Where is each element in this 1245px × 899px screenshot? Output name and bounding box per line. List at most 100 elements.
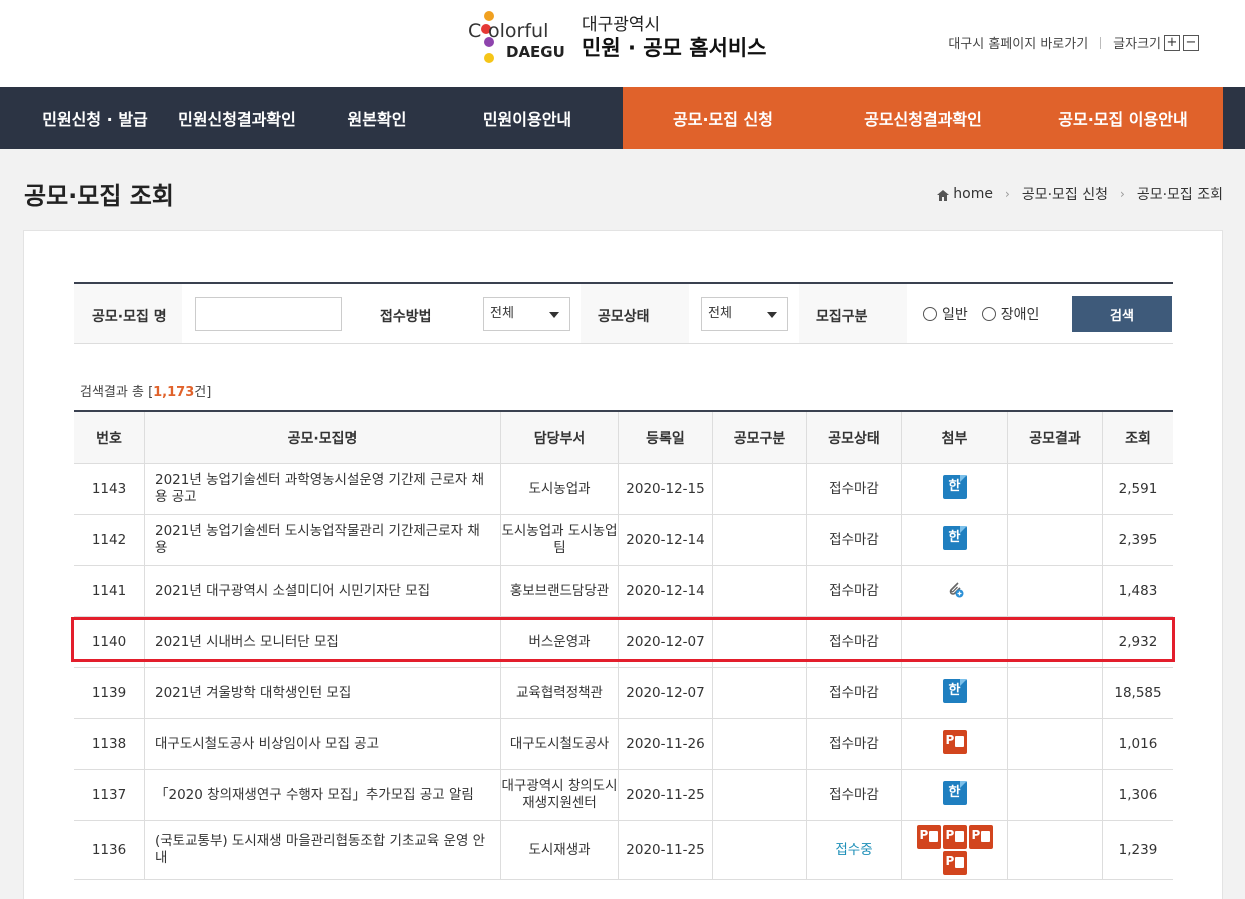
radio-general-label[interactable]: 일반 — [942, 304, 968, 324]
row-date: 2020-12-15 — [619, 464, 713, 514]
table-body: 1143 2021년 농업기술센터 과학영농시설운영 기간제 근로자 채용 공고 도… — [74, 464, 1173, 880]
result-count: 검색결과 총 [1,173건] — [80, 385, 212, 400]
col-header-attach: 첨부 — [902, 412, 1008, 463]
recruit-table: 번호 공모·모집명 담당부서 등록일 공모구분 공모상태 첨부 공모결과 조회 … — [74, 410, 1173, 880]
nav-recruit-apply[interactable]: 공모·모집 신청 — [623, 87, 823, 149]
nav-recruit-guide[interactable]: 공모·모집 이용안내 — [1023, 87, 1223, 149]
table-row[interactable]: 1136 (국토교통부) 도시재생 마을관리협동조합 기초교육 운영 안내 도시재생… — [74, 821, 1173, 880]
ppt-file-icon[interactable]: P — [942, 729, 967, 754]
recruit-name-input[interactable] — [195, 297, 342, 331]
search-form: 공모·모집 명 접수방법 전체 공모상태 전체 모집구분 일반 장애인 검색 — [74, 282, 1173, 344]
row-result — [1008, 719, 1103, 769]
row-views: 2,932 — [1118, 633, 1158, 650]
status-select-value: 전체 — [708, 306, 732, 321]
row-number: 1141 — [74, 566, 145, 616]
radio-general[interactable] — [923, 307, 937, 321]
row-title-link[interactable]: (국토교통부) 도시재생 마을관리협동조합 기초교육 운영 안내 — [145, 821, 501, 879]
status-select[interactable]: 전체 — [701, 297, 788, 331]
breadcrumb-recruit-apply[interactable]: 공모·모집 신청 — [1022, 184, 1108, 204]
paperclip-icon[interactable] — [945, 579, 965, 599]
chevron-right-icon: › — [1005, 187, 1010, 201]
ppt-file-icon[interactable]: P — [942, 851, 967, 875]
row-date: 2020-11-25 — [619, 770, 713, 820]
site-logo[interactable]: C olorful DAEGU 대구광역시 민원 · 공모 홈서비스 — [468, 10, 766, 66]
row-title-link[interactable]: 2021년 대구광역시 소셜미디어 시민기자단 모집 — [145, 566, 501, 616]
method-select[interactable]: 전체 — [483, 297, 570, 331]
nav-civil-result[interactable]: 민원신청결과확인 — [166, 87, 308, 149]
row-kind — [713, 668, 807, 718]
font-decrease-button[interactable]: − — [1183, 34, 1199, 51]
row-attachments: 한 — [902, 668, 1008, 718]
row-title-link[interactable]: 대구도시철도공사 비상임이사 모집 공고 — [145, 719, 501, 769]
row-number: 1139 — [74, 668, 145, 718]
caret-down-icon — [549, 312, 559, 318]
nav-recruit-result[interactable]: 공모신청결과확인 — [823, 87, 1023, 149]
row-status: 접수마감 — [807, 617, 902, 667]
row-status: 접수마감 — [807, 464, 902, 514]
method-label: 접수방법 — [380, 309, 432, 325]
daegu-home-link[interactable]: 대구시 홈페이지 바로가기 — [948, 33, 1088, 52]
caret-down-icon — [767, 312, 777, 318]
col-header-date: 등록일 — [619, 412, 713, 463]
radio-disabled-label[interactable]: 장애인 — [1001, 304, 1040, 324]
hwp-file-icon[interactable]: 한 — [942, 474, 967, 499]
col-header-status: 공모상태 — [807, 412, 902, 463]
row-number: 1142 — [74, 515, 145, 565]
hwp-file-icon[interactable]: 한 — [942, 678, 967, 703]
ppt-file-icon[interactable]: P — [942, 825, 967, 849]
row-title-link[interactable]: 2021년 시내버스 모니터단 모집 — [145, 617, 501, 667]
nav-civil-apply[interactable]: 민원신청 · 발급 — [24, 87, 166, 149]
row-attachments: 한 — [902, 515, 1008, 565]
row-views: 1,306 — [1118, 786, 1158, 803]
row-date: 2020-12-07 — [619, 668, 713, 718]
hwp-file-icon[interactable]: 한 — [942, 525, 967, 550]
nav-end-fill — [1223, 87, 1245, 149]
breadcrumb-home[interactable]: home — [953, 186, 993, 202]
row-attachments — [902, 566, 1008, 616]
table-row[interactable]: 1140 2021년 시내버스 모니터단 모집 버스운영과 2020-12-07 접수마… — [74, 617, 1173, 668]
row-kind — [713, 719, 807, 769]
table-row[interactable]: 1137 「2020 창의재생연구 수행자 모집」추가모집 공고 알림 대구광역시 … — [74, 770, 1173, 821]
colorful-daegu-logo: C olorful DAEGU — [468, 10, 572, 66]
row-views: 2,395 — [1118, 531, 1158, 548]
row-result — [1008, 464, 1103, 514]
row-attachments: P — [902, 719, 1008, 769]
row-result — [1008, 515, 1103, 565]
attachment-icons: 한 — [942, 780, 968, 811]
ppt-file-icon[interactable]: P — [916, 825, 941, 849]
row-kind — [713, 515, 807, 565]
table-row[interactable]: 1139 2021년 겨울방학 대학생인턴 모집 교육협력정책관 2020-12-07… — [74, 668, 1173, 719]
col-header-title: 공모·모집명 — [145, 412, 501, 463]
util-divider — [1100, 36, 1102, 49]
col-header-no: 번호 — [74, 412, 145, 463]
result-count-number: 1,173 — [153, 385, 195, 400]
row-date: 2020-12-14 — [619, 515, 713, 565]
table-row[interactable]: 1138 대구도시철도공사 비상임이사 모집 공고 대구도시철도공사 2020-11-… — [74, 719, 1173, 770]
chevron-right-icon: › — [1120, 187, 1125, 201]
row-number: 1138 — [74, 719, 145, 769]
radio-disabled[interactable] — [981, 307, 996, 321]
nav-civil-guide[interactable]: 민원이용안내 — [446, 87, 608, 149]
search-button[interactable]: 검색 — [1072, 296, 1172, 332]
row-dept: 대구도시철도공사 — [501, 719, 619, 769]
hwp-file-icon[interactable]: 한 — [942, 780, 967, 805]
attachment-icons: 한 — [942, 678, 968, 709]
row-views: 1,239 — [1118, 841, 1158, 858]
row-title-link[interactable]: 2021년 농업기술센터 과학영농시설운영 기간제 근로자 채용 공고 — [145, 464, 501, 514]
nav-original-check[interactable]: 원본확인 — [308, 87, 446, 149]
row-kind — [713, 566, 807, 616]
font-increase-button[interactable]: + — [1164, 34, 1180, 51]
row-kind — [713, 464, 807, 514]
table-row[interactable]: 1142 2021년 농업기술센터 도시농업작물관리 기간제근로자 채용 도시농업과… — [74, 515, 1173, 566]
logo-daegu: DAEGU — [506, 43, 565, 61]
table-row[interactable]: 1143 2021년 농업기술센터 과학영농시설운영 기간제 근로자 채용 공고 도… — [74, 464, 1173, 515]
row-title-link[interactable]: 2021년 겨울방학 대학생인턴 모집 — [145, 668, 501, 718]
row-attachments: 한 — [902, 464, 1008, 514]
row-date: 2020-12-14 — [619, 566, 713, 616]
table-row[interactable]: 1141 2021년 대구광역시 소셜미디어 시민기자단 모집 홍보브랜드담당관 20… — [74, 566, 1173, 617]
row-kind — [713, 821, 807, 879]
type-label: 모집구분 — [816, 309, 868, 325]
row-title-link[interactable]: 2021년 농업기술센터 도시농업작물관리 기간제근로자 채용 — [145, 515, 501, 565]
row-title-link[interactable]: 「2020 창의재생연구 수행자 모집」추가모집 공고 알림 — [145, 770, 501, 820]
ppt-file-icon[interactable]: P — [968, 825, 993, 849]
